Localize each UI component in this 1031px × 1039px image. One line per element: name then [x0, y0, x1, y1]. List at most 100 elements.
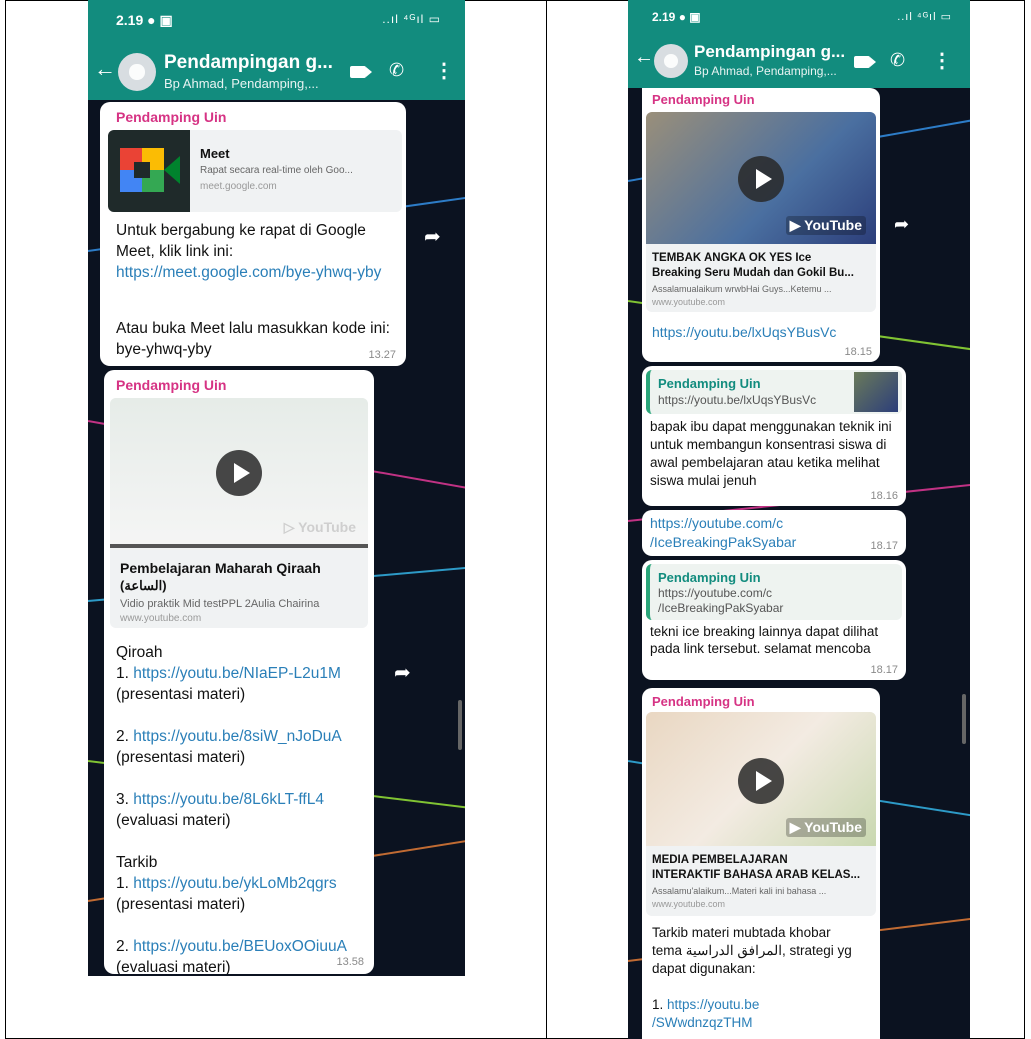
message-text: Tarkib materi mubtada khobar tema المراف… [652, 924, 874, 1032]
link-preview-card[interactable]: ▷ YouTube Pembelajaran Maharah Qiraah (ا… [110, 398, 368, 628]
video-link[interactable]: https://youtu.be/8siW_nJoDuA [133, 728, 342, 745]
group-avatar[interactable] [118, 53, 156, 91]
more-options-icon[interactable]: ⋮ [932, 48, 952, 73]
chat-title[interactable]: Pendampingan g... [694, 42, 845, 62]
youtube-logo-icon: ▶ YouTube [785, 216, 866, 235]
message-text-code: Atau buka Meet lalu masukkan kode ini: b… [116, 320, 390, 358]
chat-subtitle[interactable]: Bp Ahmad, Pendamping,... [694, 64, 837, 78]
list-note: (presentasi materi) [116, 896, 246, 913]
message-text: bapak ibu dapat menggunakan teknik ini u… [650, 419, 892, 488]
forward-icon[interactable]: ➦ [394, 660, 411, 685]
list-note: (presentasi materi) [116, 686, 246, 703]
status-time: 2.19 ● ▣ [116, 12, 173, 28]
quoted-sender: Pendamping Uin [658, 570, 761, 585]
back-arrow-icon[interactable]: ← [94, 56, 116, 82]
channel-link-line2[interactable]: /IceBreakingPakSyabar [650, 533, 796, 552]
quoted-message[interactable]: Pendamping Uin https://youtu.be/lxUqsYBu… [646, 370, 902, 414]
list-note: (evaluasi materi) [116, 959, 231, 974]
message-bubble-youtube[interactable]: Pendamping Uin ▶ YouTube MEDIA PEMBELAJA… [642, 688, 880, 1039]
chat-title[interactable]: Pendampingan g... [164, 52, 333, 74]
quoted-thumbnail [854, 372, 898, 412]
preview-domain: www.youtube.com [652, 899, 726, 909]
right-phone-screen: 2.19 ● ▣ ..ıl ⁴ᴳıl ▭ ← Pendampingan g...… [628, 0, 970, 1039]
status-bar: 2.19 ● ▣ ..ıl ⁴ᴳıl ▭ [628, 0, 970, 36]
more-options-icon[interactable]: ⋮ [434, 58, 454, 83]
message-bubble-reply[interactable]: Pendamping Uin https://youtube.com/c /Ic… [642, 560, 906, 680]
link-preview-card[interactable]: ▶ YouTube MEDIA PEMBELAJARAN INTERAKTIF … [646, 712, 876, 916]
quoted-text: https://youtu.be/lxUqsYBusVc [658, 393, 817, 407]
channel-link[interactable]: https://youtube.com/c [650, 514, 783, 533]
youtube-logo-icon: ▶ YouTube [785, 818, 866, 837]
video-link[interactable]: https://youtu.be/8L6kLT-ffL4 [133, 791, 324, 808]
sender-name: Pendamping Uin [652, 92, 755, 107]
video-thumbnail[interactable]: ▶ YouTube [646, 112, 876, 244]
list-note: (evaluasi materi) [116, 812, 231, 829]
list-item: 2. https://youtu.be/BEUoxOOiuuA [116, 938, 347, 955]
list-note: (presentasi materi) [116, 749, 246, 766]
message-text: Qiroah 1. https://youtu.be/NIaEP-L2u1M (… [116, 642, 372, 974]
forward-icon[interactable]: ➦ [894, 214, 909, 235]
message-body: Untuk bergabung ke rapat di Google Meet,… [116, 222, 366, 260]
scrollbar[interactable] [458, 700, 462, 750]
quoted-sender: Pendamping Uin [658, 376, 761, 391]
chat-header: ← Pendampingan g... Bp Ahmad, Pendamping… [628, 36, 970, 88]
message-bubble-meet[interactable]: Pendamping Uin Meet Rapat secara real-ti… [100, 102, 406, 366]
video-link[interactable]: https://youtu.be [667, 997, 759, 1012]
video-link[interactable]: https://youtu.be/NIaEP-L2u1M [133, 665, 341, 682]
phone-call-icon[interactable]: ✆ [890, 50, 905, 71]
preview-domain: www.youtube.com [120, 613, 202, 624]
video-link[interactable]: https://youtu.be/BEUoxOOiuuA [133, 938, 347, 955]
scrollbar[interactable] [962, 694, 966, 744]
video-call-icon[interactable] [854, 56, 876, 68]
preview-description: Assalamualaikum wrwbHai Guys...Ketemu ..… [652, 284, 832, 294]
play-icon[interactable] [738, 156, 784, 202]
message-text: tekni ice breaking lainnya dapat dilihat… [650, 624, 879, 656]
group-avatar[interactable] [654, 44, 688, 78]
chat-header: ← Pendampingan g... Bp Ahmad, Pendamping… [88, 44, 465, 100]
sender-name: Pendamping Uin [116, 377, 227, 393]
preview-title: Meet [200, 146, 230, 161]
message-bubble-reply[interactable]: Pendamping Uin https://youtu.be/lxUqsYBu… [642, 366, 906, 506]
meet-link[interactable]: https://meet.google.com/bye-yhwq-yby [116, 264, 381, 281]
link-preview-card[interactable]: ▶ YouTube TEMBAK ANGKA OK YES Ice Breaki… [646, 112, 876, 312]
status-time: 2.19 ● ▣ [652, 10, 701, 24]
back-arrow-icon[interactable]: ← [634, 46, 654, 69]
video-link[interactable]: https://youtu.be/lxUqsYBusVc [652, 322, 836, 343]
status-bar: 2.19 ● ▣ ..ıl ⁴ᴳıl ▭ [88, 0, 465, 44]
phone-call-icon[interactable]: ✆ [389, 60, 404, 81]
preview-title: MEDIA PEMBELAJARAN [652, 854, 788, 866]
quoted-message[interactable]: Pendamping Uin https://youtube.com/c /Ic… [646, 564, 902, 620]
message-line: tema المرافق الدراسية, strategi yg [652, 943, 852, 958]
list-item: 2. https://youtu.be/8siW_nJoDuA [116, 728, 342, 745]
video-thumbnail[interactable]: ▷ YouTube [110, 398, 368, 548]
link-preview-card[interactable]: Meet Rapat secara real-time oleh Goo... … [108, 130, 402, 212]
message-time: 13.58 [336, 956, 364, 968]
video-link-line2[interactable]: /SWwdnzqzTHM [652, 1014, 874, 1032]
video-call-icon[interactable] [350, 66, 372, 78]
chat-subtitle[interactable]: Bp Ahmad, Pendamping,... [164, 76, 319, 91]
preview-title-line2: INTERAKTIF BAHASA ARAB KELAS... [652, 869, 861, 881]
video-thumbnail[interactable]: ▶ YouTube [646, 712, 876, 846]
quoted-text-line2: /IceBreakingPakSyabar [658, 601, 784, 615]
message-time: 18.16 [870, 490, 898, 502]
message-bubble-link[interactable]: https://youtube.com/c /IceBreakingPakSya… [642, 510, 906, 556]
frame-divider [546, 0, 547, 1039]
preview-domain: meet.google.com [200, 181, 277, 192]
message-bubble-youtube[interactable]: Pendamping Uin ▶ YouTube TEMBAK ANGKA OK… [642, 88, 880, 362]
message-bubble-youtube[interactable]: Pendamping Uin ▷ YouTube Pembelajaran Ma… [104, 370, 374, 974]
list-item: 3. https://youtu.be/8L6kLT-ffL4 [116, 791, 324, 808]
message-time: 13.27 [368, 349, 396, 361]
list-item: 1. https://youtu.be/NIaEP-L2u1M [116, 665, 341, 682]
message-text: Untuk bergabung ke rapat di Google Meet,… [116, 220, 398, 283]
status-icons: ..ıl ⁴ᴳıl ▭ [382, 12, 441, 26]
message-time: 18.17 [870, 664, 898, 676]
meet-logo-icon [108, 130, 190, 212]
forward-icon[interactable]: ➦ [424, 224, 441, 249]
play-icon[interactable] [216, 450, 262, 496]
youtube-logo-icon: ▷ YouTube [283, 519, 356, 535]
status-icons: ..ıl ⁴ᴳıl ▭ [897, 11, 952, 23]
preview-title: TEMBAK ANGKA OK YES Ice [652, 252, 812, 264]
play-icon[interactable] [738, 758, 784, 804]
video-link[interactable]: https://youtu.be/ykLoMb2qgrs [133, 875, 336, 892]
preview-domain: www.youtube.com [652, 297, 726, 307]
